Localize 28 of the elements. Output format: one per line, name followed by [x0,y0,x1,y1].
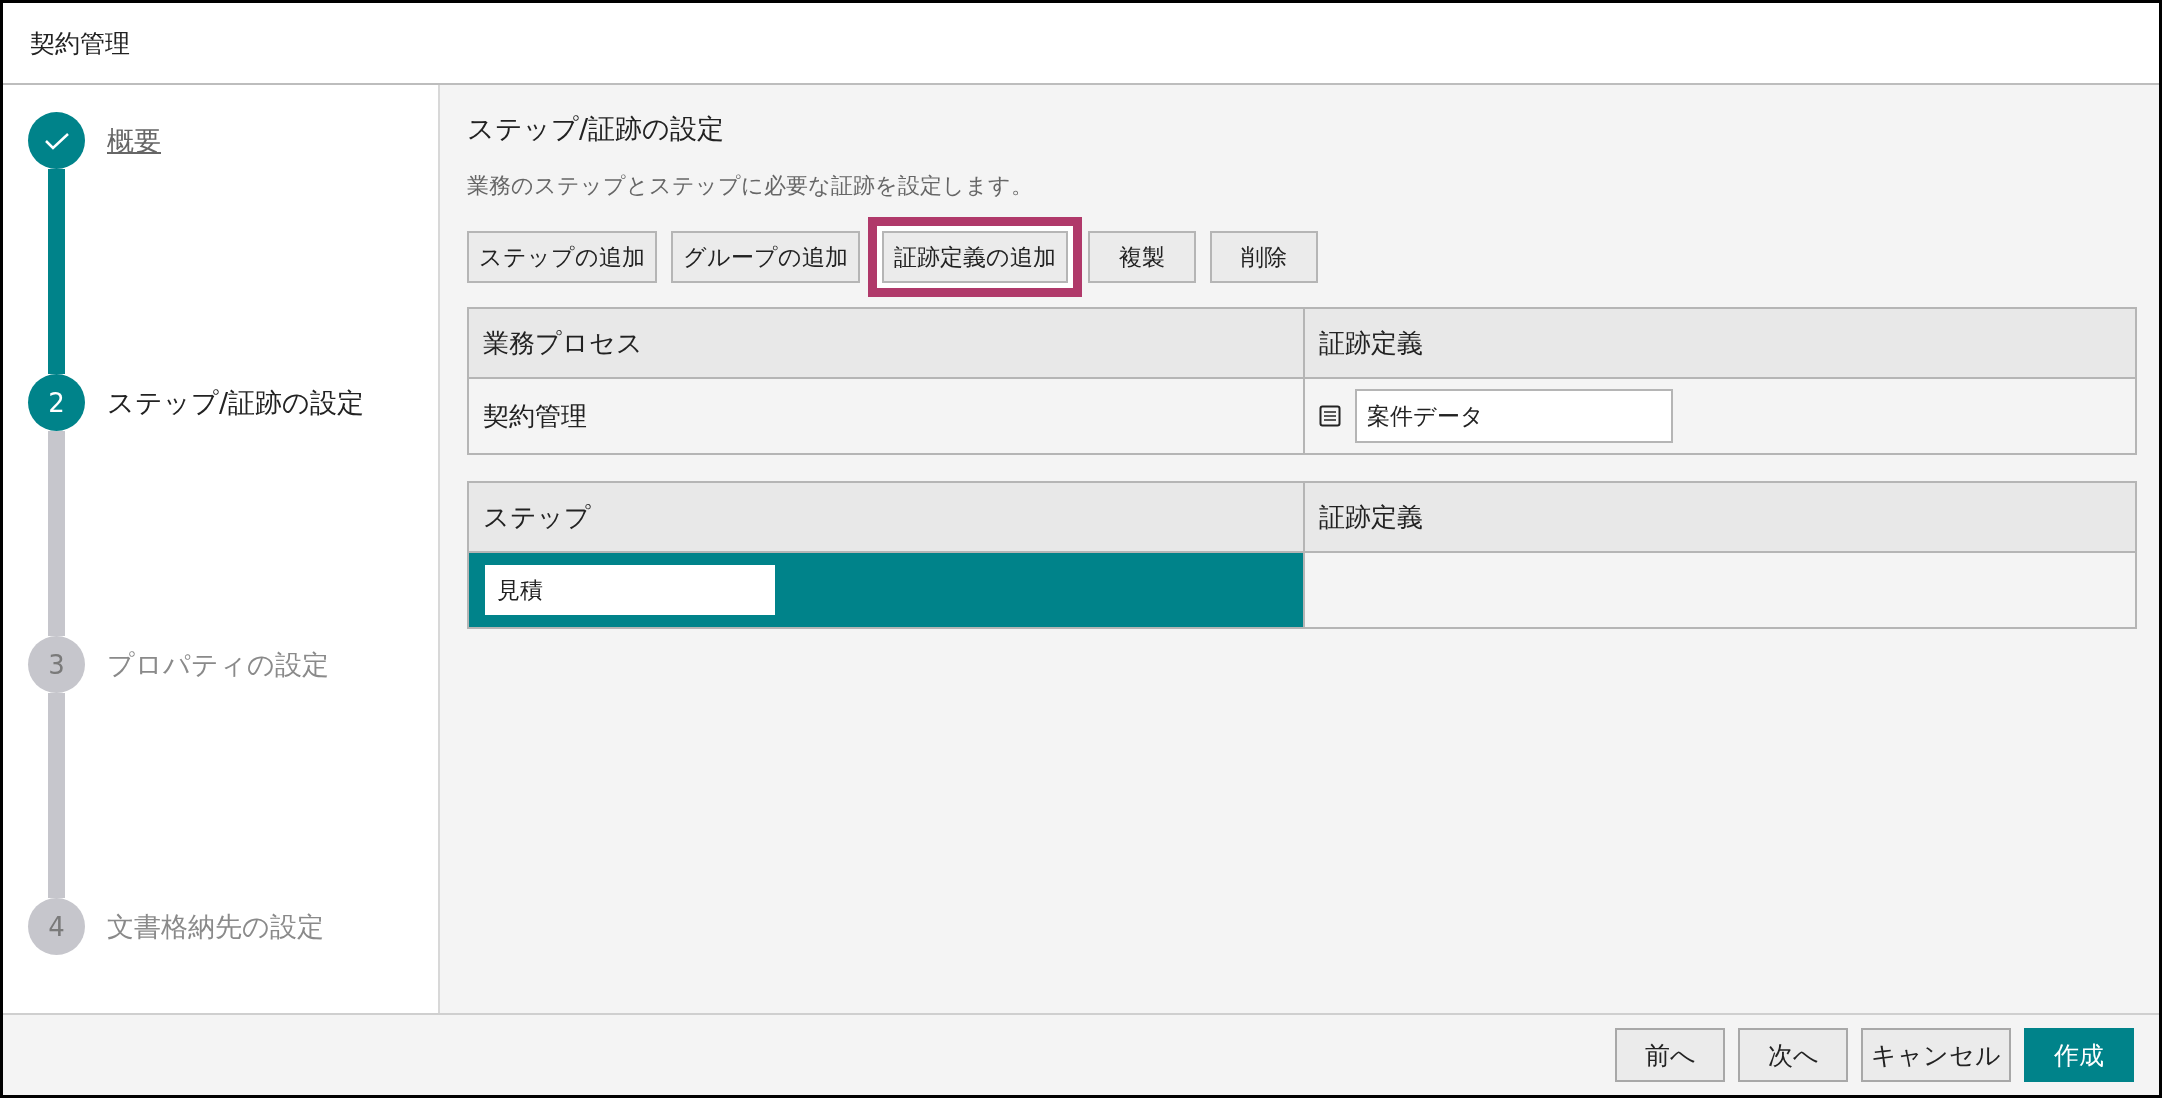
list-icon [1319,405,1341,427]
column-header: 証跡定義 [1305,309,2135,379]
table-cell: 契約管理 [469,379,1305,455]
table-cell[interactable]: 見積 [469,553,1305,629]
step-label: 文書格納先の設定 [107,909,324,944]
footer-button[interactable]: キャンセル [1861,1028,2011,1082]
section-heading: ステップ/証跡の設定 [467,112,726,146]
column-header: 業務プロセス [469,309,1305,379]
input-field[interactable]: 見積 [485,565,775,615]
step-number: 2 [28,374,85,431]
step-label: ステップ/証跡の設定 [107,385,365,420]
section-description: 業務のステップとステップに必要な証跡を設定します。 [467,172,1034,200]
column-header: ステップ [469,483,1305,553]
step-number: 4 [28,898,85,955]
toolbar-button[interactable]: 複製 [1088,231,1196,283]
column-header: 証跡定義 [1305,483,2135,553]
input-field[interactable]: 案件データ [1355,389,1673,443]
toolbar-button[interactable]: グループの追加 [671,231,860,283]
footer-button[interactable]: 作成 [2024,1028,2134,1082]
footer-button[interactable]: 次へ [1738,1028,1848,1082]
footer-button[interactable]: 前へ [1615,1028,1725,1082]
step-number: 3 [28,636,85,693]
toolbar-button[interactable]: 削除 [1210,231,1318,283]
step-link[interactable]: 概要 [107,122,161,159]
step-label: プロパティの設定 [107,647,329,682]
toolbar-button[interactable]: ステップの追加 [467,231,657,283]
toolbar-button[interactable]: 証跡定義の追加 [882,231,1068,283]
window-title: 契約管理 [30,27,130,60]
